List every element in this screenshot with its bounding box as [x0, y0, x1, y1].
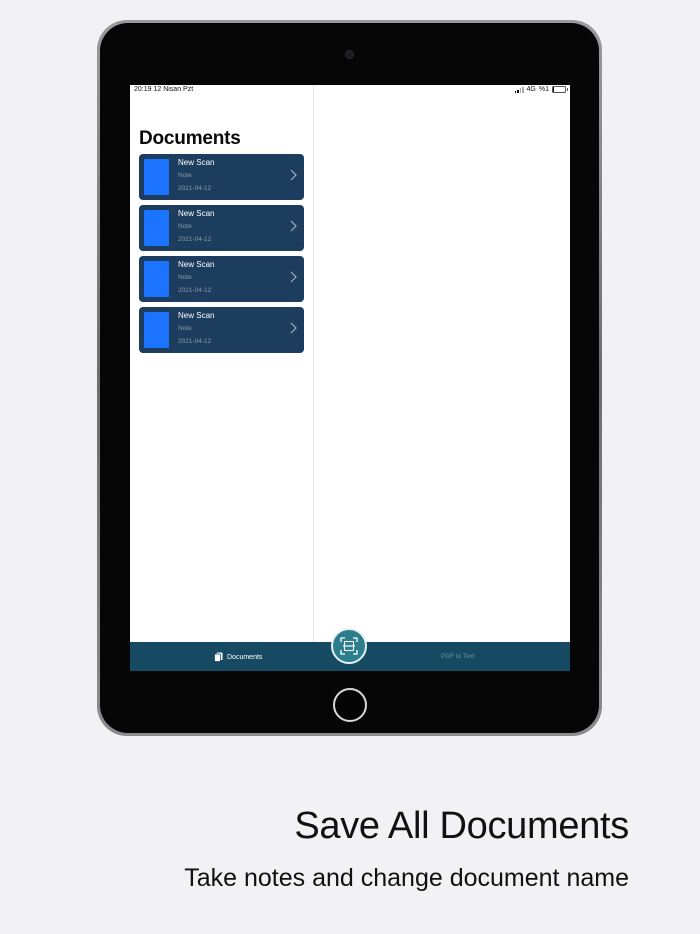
document-card[interactable]: New Scan Note 2021-04-12	[139, 205, 304, 251]
chevron-right-icon	[290, 220, 297, 232]
scan-document-button[interactable]	[331, 628, 367, 664]
home-button[interactable]	[333, 688, 367, 722]
document-note: Note	[178, 325, 192, 332]
document-note: Note	[178, 274, 192, 281]
tab-pdf-to-text[interactable]: PDF to Text	[441, 653, 475, 660]
document-date: 2021-04-12	[178, 338, 212, 345]
page-title: Documents	[139, 128, 241, 149]
tab-documents-label: Documents	[227, 653, 263, 661]
document-thumbnail	[144, 261, 169, 297]
document-card[interactable]: New Scan Note 2021-04-12	[139, 256, 304, 302]
document-thumbnail	[144, 210, 169, 246]
signal-icon	[514, 86, 524, 93]
document-note: Note	[178, 223, 192, 230]
app-screen: 20:19 12 Nisan Pzt 4G %1 Documents New S…	[130, 85, 570, 671]
documents-list: New Scan Note 2021-04-12 New Scan Note 2…	[139, 154, 304, 358]
document-thumbnail	[144, 312, 169, 348]
chevron-right-icon	[290, 169, 297, 181]
battery-label: %1	[538, 86, 549, 93]
chevron-right-icon	[290, 322, 297, 334]
status-indicators: 4G %1	[514, 86, 568, 93]
documents-sidebar: Documents New Scan Note 2021-04-12 New S…	[130, 85, 314, 642]
battery-icon	[552, 86, 568, 93]
document-date: 2021-04-12	[178, 287, 212, 294]
caption-title: Save All Documents	[294, 805, 629, 847]
document-name: New Scan	[178, 158, 215, 167]
document-note: Note	[178, 172, 192, 179]
chevron-right-icon	[290, 271, 297, 283]
tab-documents[interactable]: Documents	[214, 652, 262, 662]
document-thumbnail	[144, 159, 169, 195]
document-name: New Scan	[178, 209, 215, 218]
front-camera	[345, 50, 354, 59]
document-scanner-icon	[340, 637, 358, 655]
network-label: 4G	[526, 86, 536, 93]
caption-subtitle: Take notes and change document name	[184, 864, 629, 892]
document-name: New Scan	[178, 260, 215, 269]
document-name: New Scan	[178, 311, 215, 320]
documents-icon	[214, 652, 223, 662]
document-date: 2021-04-12	[178, 236, 212, 243]
document-card[interactable]: New Scan Note 2021-04-12	[139, 307, 304, 353]
document-card[interactable]: New Scan Note 2021-04-12	[139, 154, 304, 200]
document-date: 2021-04-12	[178, 185, 212, 192]
